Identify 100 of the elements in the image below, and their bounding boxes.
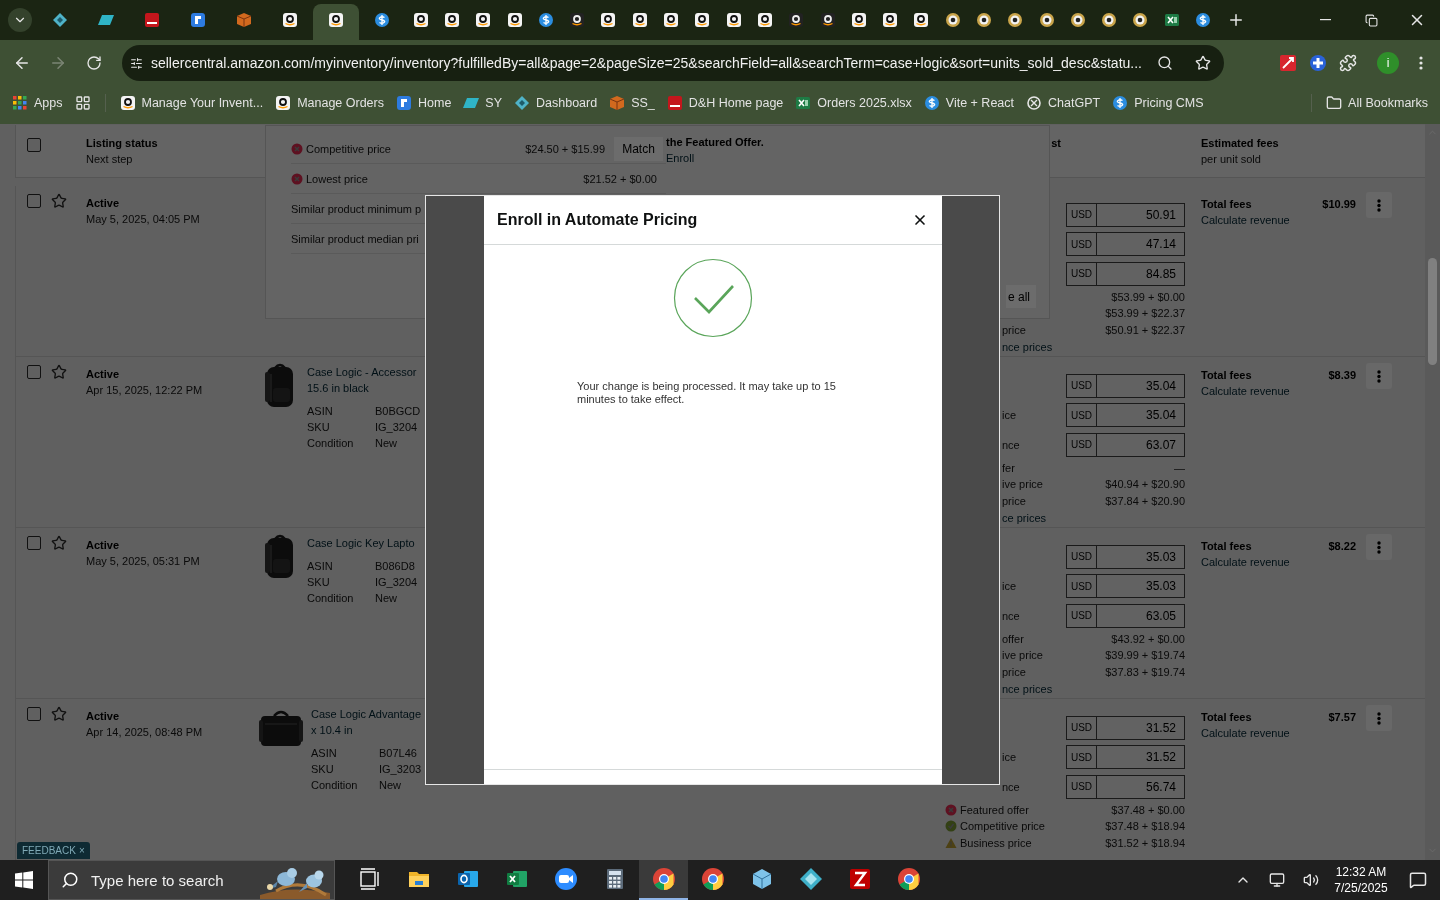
product-title[interactable]: Case Logic - Accessor 15.6 in black [307,364,421,396]
feedback-tab[interactable]: FEEDBACK × [17,842,90,859]
reference-label: price [1002,323,1026,336]
menu-icon [1419,56,1423,70]
product-title[interactable]: Case Logic Key Lapto [307,535,418,551]
price-field[interactable]: USD 31.52 [1066,745,1185,770]
calculate-revenue-link[interactable]: Calculate revenue [1201,725,1366,741]
site-info-icon [130,55,143,71]
more-button[interactable] [1366,705,1392,731]
listing-date: Apr 14, 2025, 08:48 PM [86,725,204,740]
search-field[interactable]: Type here to search [48,860,335,900]
search-input[interactable]: Type here to search [89,870,246,890]
more-icon [1377,540,1381,554]
coin-icon [1195,12,1212,28]
enroll-link[interactable]: Enroll [666,150,1049,166]
column-title: Estimated fees [1201,136,1280,151]
address-bar[interactable]: sellercentral.amazon.com/myinventory/inventory?fulfilledBy=all&page=2&pageSize=25&searchField=all&searchTerm=case+logic&sort=units_sold_desc&statu... [122,45,1224,81]
diamond-icon [514,95,530,111]
price-field[interactable]: USD 35.04 [1066,373,1185,398]
browser-icon [651,867,676,891]
checkbox[interactable] [27,707,41,721]
bookmark[interactable]: Apps [6,89,69,117]
bookmark[interactable]: Home [390,89,458,117]
taskbar-app[interactable] [639,860,688,900]
offer-note: the Featured Offer. [666,135,765,150]
bookmark[interactable]: ChatGPT [1020,89,1107,117]
video-icon [553,867,578,891]
smile-icon [913,12,930,28]
scrollbar-thumb[interactable] [1428,258,1437,365]
price-field[interactable]: USD 63.07 [1066,432,1185,457]
bookmark[interactable]: Manage Your Invent... [113,89,270,117]
reference-label: Business price [959,836,1032,849]
more-button[interactable] [1366,363,1392,389]
profile-button[interactable]: i [1377,52,1399,74]
price-field[interactable]: USD 84.85 [1066,261,1185,286]
tab-search-button[interactable] [8,8,32,32]
volume-icon [1303,872,1319,888]
price-field[interactable]: USD 63.05 [1066,603,1185,628]
reference-prices-link[interactable]: nce prices [1002,680,1053,697]
price-label: ice [1002,409,1017,422]
reference-label: ive price [1002,478,1043,491]
bookmark[interactable]: Manage Orders [269,89,390,117]
bookmark[interactable]: Vite + React [917,89,1020,117]
bookmark[interactable]: Dashboard [508,89,604,117]
popover-label: Competitive price [291,142,519,155]
calculate-revenue-link[interactable]: Calculate revenue [1201,554,1366,570]
reference-prices-link[interactable]: nce prices [1002,338,1053,355]
detail-value: New [375,591,398,606]
price-label: nce [1002,438,1020,451]
smile-icon [328,12,344,28]
all-bookmarks-button[interactable]: All Bookmarks [1320,89,1434,117]
star-icon[interactable] [51,364,67,380]
checkbox[interactable] [27,536,41,550]
popover-label: Similar product minimum p [291,202,423,215]
bookmark[interactable]: Pricing CMS [1106,89,1210,117]
reference-amount: $37.48 + $18.94 [1104,820,1185,833]
back-icon [13,54,31,72]
checkbox[interactable] [27,365,41,379]
popover-button[interactable]: e all [1006,285,1036,308]
price-field[interactable]: USD 50.91 [1066,202,1185,227]
price-label: ice [1002,751,1017,764]
product-title[interactable]: Case Logic Advantage x 10.4 in [311,706,422,738]
checkbox[interactable] [27,194,41,208]
price-field[interactable]: USD 56.74 [1066,774,1185,799]
star-icon[interactable] [51,535,67,551]
network-icon [1269,872,1285,888]
checkbox[interactable] [27,138,41,152]
fees-label: Total fees [1201,368,1252,383]
bookmark[interactable]: SY [457,89,508,117]
tile-icon [396,95,412,111]
reload-icon [86,55,102,71]
spreadsheet-icon [795,95,812,111]
price-field[interactable]: USD 35.03 [1066,544,1185,569]
smile-icon [443,12,460,28]
price-field[interactable]: USD 31.52 [1066,715,1185,740]
price-field[interactable]: USD 35.03 [1066,574,1185,599]
more-button[interactable] [1366,192,1392,218]
search-icon [61,871,79,889]
spreadsheet-icon [1163,12,1180,28]
fees-amount: $8.39 [1328,368,1356,383]
match-button[interactable]: Match [614,136,663,161]
smile-icon [663,12,679,28]
bookmark[interactable]: SS_ [603,89,661,117]
minimize-icon [1319,19,1331,21]
reference-amount: $37.48 + $0.00 [1110,803,1185,816]
price-field[interactable]: USD 47.14 [1066,232,1185,257]
price-field[interactable]: USD 35.04 [1066,403,1185,428]
ring-icon [1101,12,1118,28]
tab[interactable] [313,4,359,40]
star-icon[interactable] [51,193,67,209]
bookmark[interactable]: D&H Home page [660,89,790,117]
more-button[interactable] [1366,534,1392,560]
browser-icon [700,867,725,891]
reference-prices-link[interactable]: ce prices [1002,509,1047,526]
calculate-revenue-link[interactable]: Calculate revenue [1201,383,1366,399]
bookmark[interactable]: Orders 2025.xlsx [789,89,918,117]
listing-status: Active [86,367,121,382]
star-icon[interactable] [51,706,67,722]
detail-label: Condition [307,436,355,451]
calculate-revenue-link[interactable]: Calculate revenue [1201,212,1366,228]
